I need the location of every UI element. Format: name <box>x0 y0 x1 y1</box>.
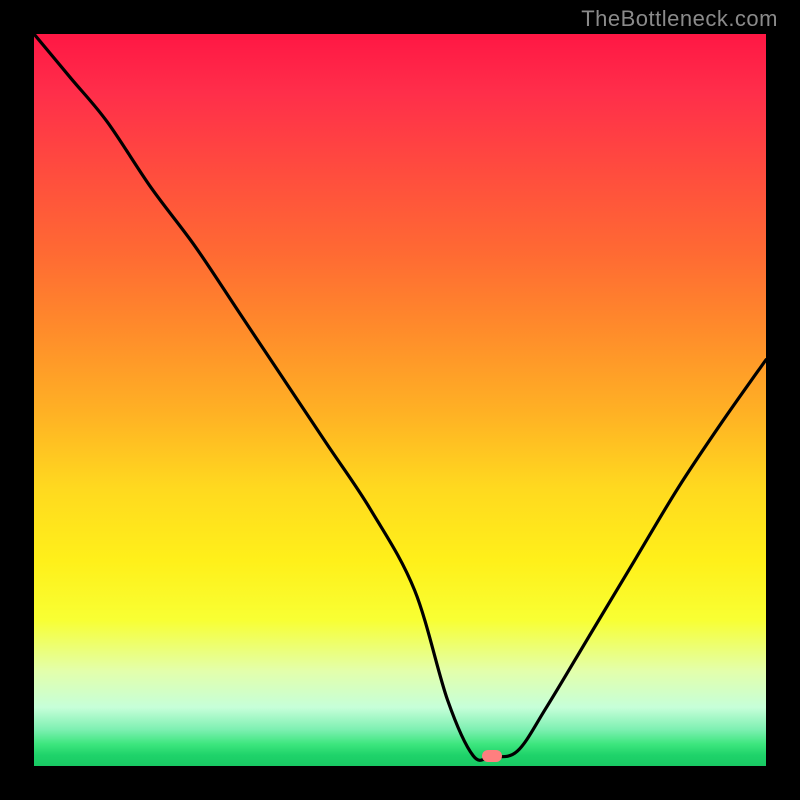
watermark-text: TheBottleneck.com <box>581 6 778 32</box>
plot-area <box>34 34 766 766</box>
optimum-marker <box>482 750 502 762</box>
bottleneck-curve <box>34 34 766 766</box>
chart-frame: TheBottleneck.com <box>0 0 800 800</box>
